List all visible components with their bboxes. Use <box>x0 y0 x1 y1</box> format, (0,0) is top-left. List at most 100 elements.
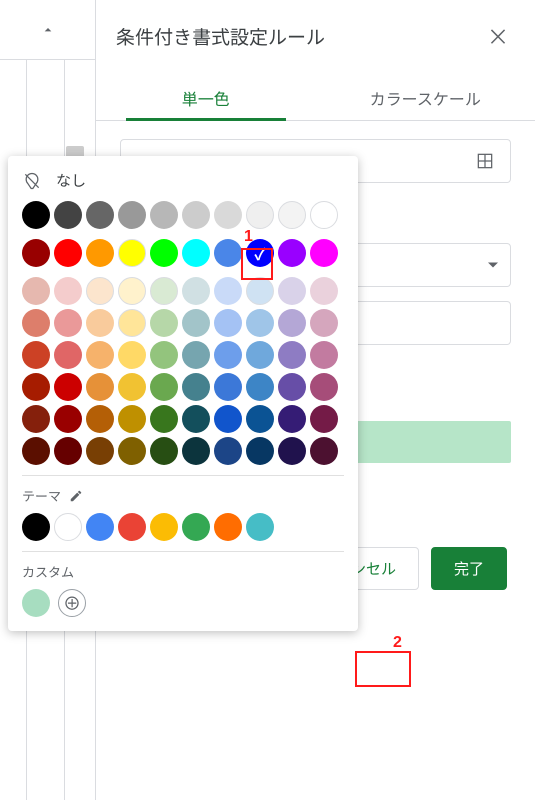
color-swatch[interactable] <box>310 201 338 229</box>
color-swatch[interactable] <box>214 201 242 229</box>
color-swatch[interactable] <box>86 405 114 433</box>
color-swatch[interactable] <box>278 201 306 229</box>
color-swatch[interactable] <box>278 239 306 267</box>
color-swatch[interactable] <box>118 309 146 337</box>
color-swatch[interactable] <box>86 309 114 337</box>
color-swatch[interactable] <box>246 437 274 465</box>
color-swatch[interactable] <box>22 589 50 617</box>
color-swatch[interactable] <box>182 373 210 401</box>
color-swatch[interactable] <box>118 405 146 433</box>
color-swatch[interactable] <box>118 201 146 229</box>
close-icon[interactable]: × <box>481 16 515 56</box>
color-swatch[interactable] <box>118 239 146 267</box>
color-swatch[interactable] <box>182 513 210 541</box>
panel-title: 条件付き書式設定ルール <box>116 23 325 50</box>
color-swatch[interactable] <box>278 277 306 305</box>
color-swatch[interactable] <box>214 277 242 305</box>
color-swatch[interactable] <box>54 309 82 337</box>
color-swatch[interactable] <box>246 405 274 433</box>
reset-color-row[interactable]: なし <box>22 170 344 191</box>
color-swatch[interactable] <box>214 513 242 541</box>
color-swatch[interactable] <box>278 437 306 465</box>
color-swatch[interactable] <box>22 239 50 267</box>
tab-color-scale[interactable]: カラースケール <box>316 72 535 120</box>
color-swatch[interactable] <box>22 341 50 369</box>
color-swatch[interactable] <box>182 277 210 305</box>
color-swatch[interactable] <box>278 309 306 337</box>
color-swatch[interactable] <box>182 239 210 267</box>
done-button[interactable]: 完了 <box>431 547 507 590</box>
color-swatch[interactable] <box>54 239 82 267</box>
color-swatch[interactable] <box>310 405 338 433</box>
color-swatch[interactable] <box>214 309 242 337</box>
color-swatch[interactable] <box>310 437 338 465</box>
color-swatch[interactable] <box>150 373 178 401</box>
grid-select-icon[interactable] <box>472 148 498 174</box>
color-swatch[interactable] <box>246 309 274 337</box>
color-swatch[interactable] <box>310 373 338 401</box>
color-swatch[interactable] <box>86 513 114 541</box>
chevron-down-icon <box>488 263 498 268</box>
color-swatch[interactable] <box>22 373 50 401</box>
color-swatch[interactable] <box>278 341 306 369</box>
color-swatch[interactable] <box>150 341 178 369</box>
color-swatch[interactable] <box>22 277 50 305</box>
color-swatch[interactable] <box>214 341 242 369</box>
color-swatch[interactable] <box>214 405 242 433</box>
color-swatch[interactable] <box>118 277 146 305</box>
color-swatch[interactable] <box>22 201 50 229</box>
color-swatch[interactable] <box>310 341 338 369</box>
color-swatch[interactable] <box>118 341 146 369</box>
collapse-chevron[interactable] <box>0 0 96 60</box>
color-swatch[interactable] <box>22 309 50 337</box>
color-swatch[interactable] <box>150 437 178 465</box>
color-swatch[interactable] <box>310 277 338 305</box>
color-swatch[interactable] <box>86 277 114 305</box>
color-swatch[interactable] <box>150 201 178 229</box>
color-swatch[interactable] <box>22 405 50 433</box>
color-swatch[interactable] <box>182 437 210 465</box>
color-swatch[interactable] <box>54 437 82 465</box>
color-swatch[interactable] <box>86 437 114 465</box>
color-swatch[interactable] <box>86 239 114 267</box>
color-swatch[interactable] <box>150 309 178 337</box>
color-swatch[interactable] <box>54 201 82 229</box>
color-swatch[interactable] <box>246 277 274 305</box>
color-swatch[interactable] <box>118 373 146 401</box>
color-swatch[interactable] <box>214 373 242 401</box>
color-swatch[interactable] <box>182 341 210 369</box>
color-swatch[interactable] <box>54 513 82 541</box>
color-swatch[interactable] <box>278 405 306 433</box>
color-swatch[interactable] <box>118 437 146 465</box>
tab-single-color[interactable]: 単一色 <box>96 72 316 120</box>
color-swatch[interactable] <box>54 341 82 369</box>
color-swatch[interactable] <box>182 201 210 229</box>
color-swatch[interactable] <box>150 513 178 541</box>
color-swatch[interactable] <box>214 437 242 465</box>
color-swatch[interactable] <box>310 239 338 267</box>
annotation-2: 2 <box>393 634 402 652</box>
color-swatch[interactable] <box>150 239 178 267</box>
color-swatch[interactable] <box>214 239 242 267</box>
color-swatch[interactable] <box>246 341 274 369</box>
color-swatch[interactable] <box>54 405 82 433</box>
color-swatch[interactable] <box>118 513 146 541</box>
pencil-icon[interactable] <box>69 489 83 503</box>
color-swatch[interactable] <box>86 373 114 401</box>
color-swatch[interactable] <box>150 277 178 305</box>
add-custom-color-button[interactable]: ⊕ <box>58 589 86 617</box>
color-swatch[interactable] <box>182 309 210 337</box>
color-swatch[interactable] <box>54 277 82 305</box>
color-swatch[interactable] <box>86 341 114 369</box>
color-swatch[interactable] <box>246 201 274 229</box>
color-swatch[interactable] <box>246 513 274 541</box>
color-swatch[interactable] <box>86 201 114 229</box>
color-swatch[interactable] <box>150 405 178 433</box>
color-swatch[interactable] <box>54 373 82 401</box>
color-swatch[interactable] <box>310 309 338 337</box>
color-swatch[interactable] <box>246 373 274 401</box>
color-swatch[interactable] <box>22 437 50 465</box>
color-swatch[interactable] <box>182 405 210 433</box>
color-swatch[interactable] <box>22 513 50 541</box>
color-swatch[interactable] <box>278 373 306 401</box>
